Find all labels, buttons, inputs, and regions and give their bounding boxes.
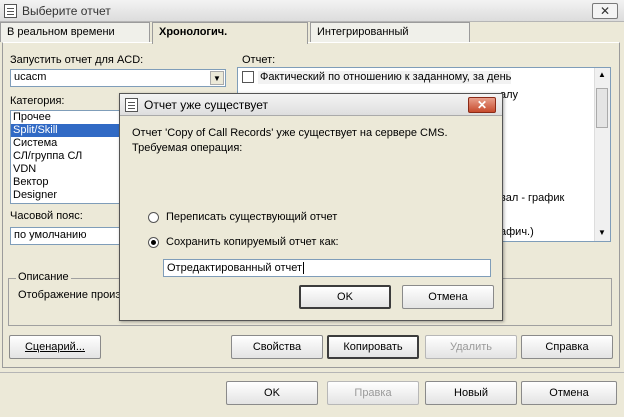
scenario-button[interactable]: Сценарий... bbox=[9, 335, 101, 359]
list-item-selected[interactable]: Split/Skill bbox=[11, 124, 121, 137]
scroll-thumb[interactable] bbox=[596, 88, 608, 128]
scenario-button-label: Сценарий... bbox=[24, 341, 85, 353]
list-item[interactable]: Система bbox=[11, 137, 121, 150]
save-as-radio[interactable] bbox=[148, 237, 159, 248]
chevron-down-icon[interactable]: ▼ bbox=[210, 71, 224, 85]
list-item[interactable]: Вектор bbox=[11, 176, 121, 189]
run-for-acd-label: Запустить отчет для ACD: bbox=[10, 54, 144, 66]
new-button[interactable]: Новый bbox=[425, 381, 517, 405]
cancel-button-label: Отмена bbox=[549, 387, 589, 399]
edit-button-label: Правка bbox=[354, 387, 392, 399]
tab-historical-label: Хронологич. bbox=[159, 26, 228, 38]
new-report-name-value: Отредактированный отчет bbox=[167, 262, 303, 274]
timezone-label: Часовой пояс: bbox=[10, 210, 83, 222]
tab-realtime-label: В реальном времени bbox=[7, 26, 115, 38]
dialog-ok-label: OK bbox=[337, 291, 353, 303]
description-label: Описание bbox=[16, 271, 71, 283]
category-list[interactable]: Прочее Split/Skill Система СЛ/группа СЛ … bbox=[10, 110, 122, 204]
help-button-label: Справка bbox=[545, 341, 589, 353]
dialog-ok-button[interactable]: OK bbox=[299, 285, 391, 309]
window-title: Выберите отчет bbox=[22, 4, 111, 18]
timezone-select[interactable]: по умолчанию bbox=[10, 227, 122, 245]
timezone-select-value: по умолчанию bbox=[14, 229, 87, 241]
ok-button[interactable]: OK bbox=[226, 381, 318, 405]
tab-realtime[interactable]: В реальном времени bbox=[0, 22, 150, 42]
delete-button-label: Удалить bbox=[450, 341, 492, 353]
report-icon bbox=[242, 71, 254, 83]
cancel-button[interactable]: Отмена bbox=[521, 381, 617, 405]
report-exists-dialog: Отчет уже существует ✕ Отчет 'Copy of Ca… bbox=[119, 93, 503, 321]
list-item[interactable]: VDN bbox=[11, 163, 121, 176]
scroll-up-icon[interactable]: ▲ bbox=[598, 70, 606, 79]
report-list-scrollbar[interactable]: ▲ ▼ bbox=[594, 68, 610, 241]
list-item[interactable]: Прочее bbox=[11, 111, 121, 124]
overwrite-option-label[interactable]: Переписать существующий отчет bbox=[166, 211, 337, 223]
report-window-icon bbox=[4, 4, 17, 18]
delete-button[interactable]: Удалить bbox=[425, 335, 517, 359]
report-label: Отчет: bbox=[242, 54, 276, 66]
copy-button[interactable]: Копировать bbox=[327, 335, 419, 359]
report-item[interactable]: вал - график bbox=[498, 192, 564, 205]
save-as-option-label[interactable]: Сохранить копируемый отчет как: bbox=[166, 236, 339, 248]
tab-integrated-label: Интегрированный bbox=[317, 26, 409, 38]
list-item[interactable]: СЛ/группа СЛ bbox=[11, 150, 121, 163]
dialog-titlebar: Отчет уже существует ✕ bbox=[120, 94, 502, 116]
dialog-message: Отчет 'Copy of Call Records' уже существ… bbox=[132, 127, 448, 139]
properties-button-label: Свойства bbox=[252, 341, 302, 353]
report-item[interactable]: Фактический по отношению к заданному, за… bbox=[258, 71, 512, 84]
edit-button[interactable]: Правка bbox=[327, 381, 419, 405]
dialog-cancel-label: Отмена bbox=[428, 291, 468, 303]
tab-historical[interactable]: Хронологич. bbox=[152, 22, 308, 44]
acd-select-value: ucacm bbox=[14, 71, 47, 83]
new-button-label: Новый bbox=[454, 387, 488, 399]
tab-integrated[interactable]: Интегрированный bbox=[310, 22, 470, 42]
bottom-separator bbox=[0, 372, 624, 373]
help-button[interactable]: Справка bbox=[521, 335, 613, 359]
report-icon bbox=[125, 98, 138, 112]
ok-button-label: OK bbox=[264, 387, 280, 399]
acd-select[interactable]: ucacm ▼ bbox=[10, 69, 226, 87]
new-report-name-input[interactable]: Отредактированный отчет bbox=[163, 259, 491, 277]
description-text: Отображение проиэ bbox=[18, 289, 121, 301]
dialog-cancel-button[interactable]: Отмена bbox=[402, 285, 494, 309]
category-label: Категория: bbox=[10, 95, 65, 107]
scroll-down-icon[interactable]: ▼ bbox=[598, 228, 606, 237]
list-item[interactable]: Designer bbox=[11, 189, 121, 202]
window-close-button[interactable]: ✕ bbox=[592, 3, 618, 19]
report-item[interactable]: афич.) bbox=[498, 226, 534, 239]
dialog-prompt: Требуемая операция: bbox=[132, 142, 243, 154]
text-cursor bbox=[303, 262, 305, 274]
dialog-close-button[interactable]: ✕ bbox=[468, 97, 496, 113]
copy-button-label: Копировать bbox=[343, 341, 403, 353]
overwrite-radio[interactable] bbox=[148, 212, 159, 223]
window-titlebar: Выберите отчет ✕ bbox=[0, 0, 624, 22]
properties-button[interactable]: Свойства bbox=[231, 335, 323, 359]
dialog-title: Отчет уже существует bbox=[144, 98, 269, 112]
